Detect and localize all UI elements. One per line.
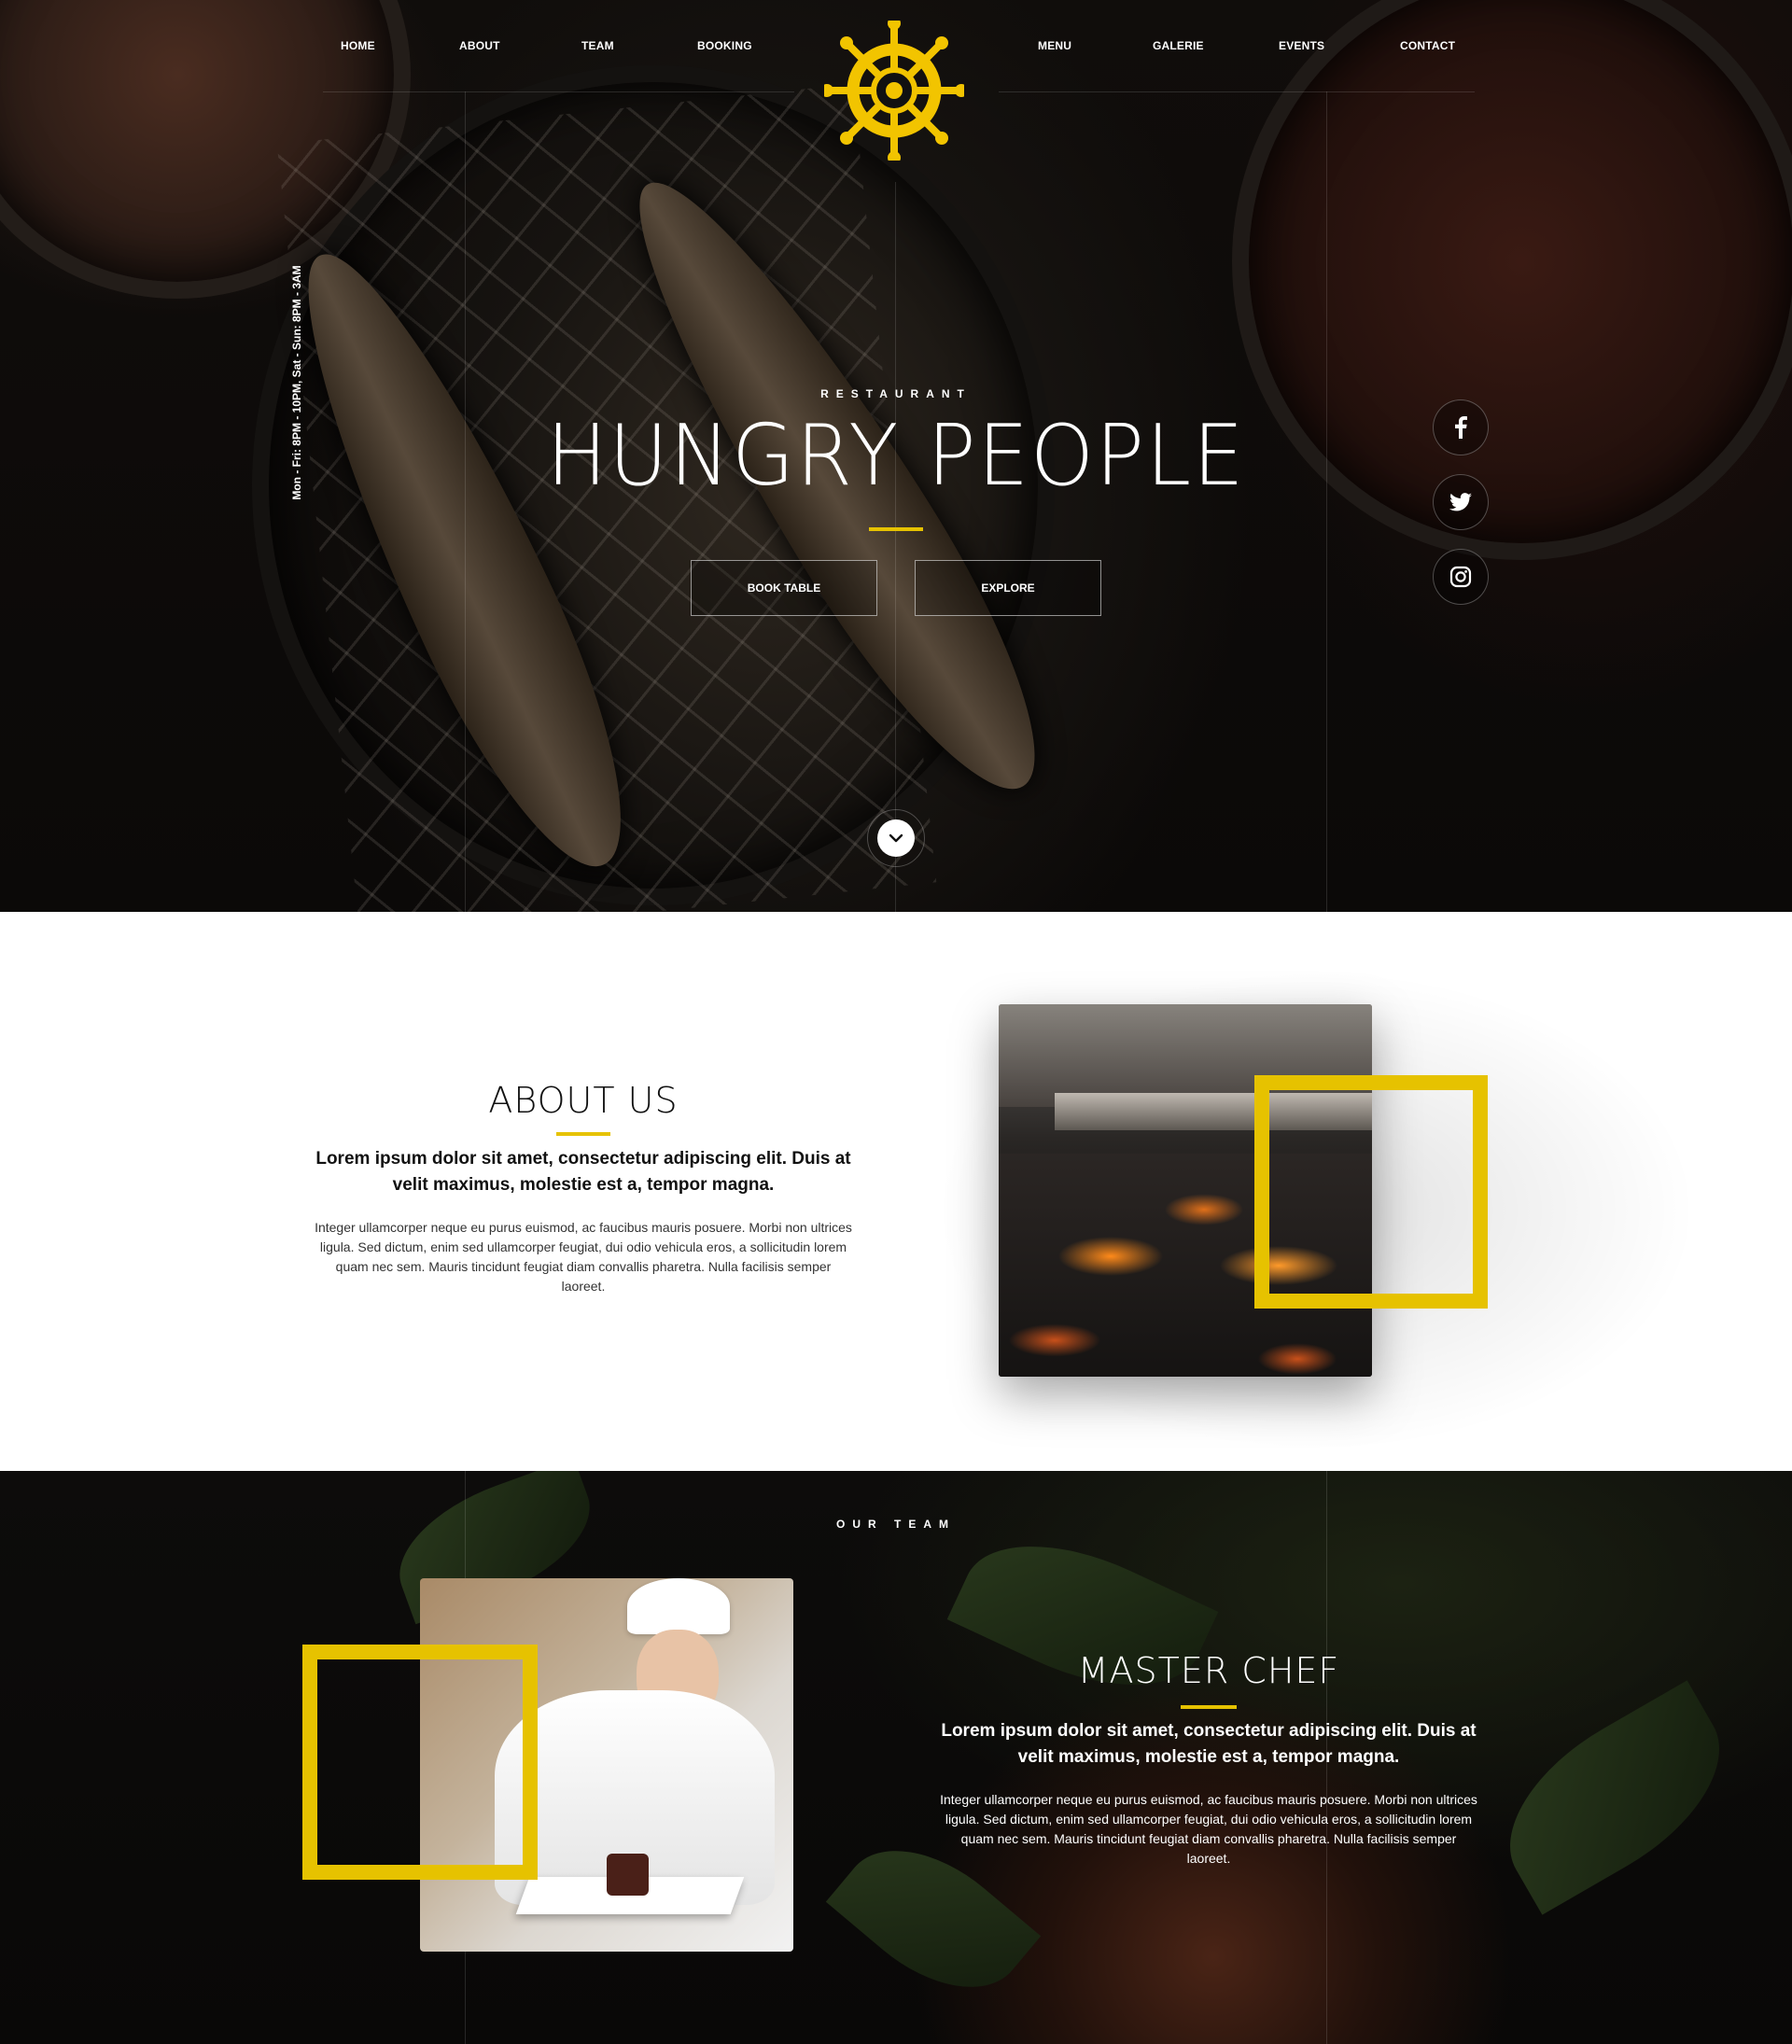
chevron-down-icon [889, 833, 903, 843]
team-body: Integer ullamcorper neque eu purus euism… [940, 1792, 1477, 1866]
nav-home[interactable]: HOME [341, 39, 375, 52]
ship-wheel-logo[interactable] [824, 21, 964, 161]
nav-events[interactable]: EVENTS [1279, 39, 1324, 52]
team-divider [1181, 1705, 1237, 1709]
nav-team[interactable]: TEAM [581, 39, 614, 52]
about-lead: Lorem ipsum dolor sit amet, consectetur … [315, 1149, 851, 1195]
nav-booking[interactable]: BOOKING [697, 39, 752, 52]
nav-galerie[interactable]: GALERIE [1153, 39, 1204, 52]
team-tag: OUR TEAM [836, 1518, 956, 1531]
about-accent-frame [1254, 1075, 1488, 1309]
scroll-down-circle [877, 819, 915, 857]
scroll-down-button[interactable] [867, 809, 925, 867]
hero-divider [869, 527, 923, 531]
leaf-3 [1477, 1680, 1753, 1915]
twitter-link[interactable] [1433, 474, 1489, 530]
team-section: OUR TEAM MASTER CHEF Lorem ipsum dolor s… [0, 1471, 1792, 2044]
nav-divider-left [323, 91, 794, 92]
about-divider [556, 1132, 610, 1136]
guide-line-2 [895, 182, 896, 912]
dessert-cake [607, 1854, 649, 1896]
about-section: ABOUT US Lorem ipsum dolor sit amet, con… [0, 912, 1792, 1471]
book-table-button[interactable]: BOOK TABLE [691, 560, 877, 616]
about-title: ABOUT US [488, 1080, 679, 1121]
hero-title: HUNGRY PEOPLE [546, 407, 1246, 505]
instagram-link[interactable] [1433, 549, 1489, 605]
nav-divider-right [999, 91, 1475, 92]
about-body: Integer ullamcorper neque eu purus euism… [315, 1220, 852, 1294]
facebook-icon [1455, 416, 1467, 439]
team-lead: Lorem ipsum dolor sit amet, consectetur … [941, 1721, 1477, 1767]
page: HOME ABOUT TEAM BOOKING MENU GALERIE EVE… [0, 0, 1792, 2044]
nav-menu[interactable]: MENU [1038, 39, 1071, 52]
facebook-link[interactable] [1433, 399, 1489, 455]
nav-about[interactable]: ABOUT [459, 39, 500, 52]
team-title: MASTER CHEF [1077, 1650, 1340, 1691]
chef-hat [627, 1578, 730, 1634]
chef-accent-frame [302, 1645, 538, 1880]
twitter-icon [1449, 493, 1472, 511]
hero-section: HOME ABOUT TEAM BOOKING MENU GALERIE EVE… [0, 0, 1792, 912]
hero-tagline: RESTAURANT [820, 387, 972, 400]
instagram-icon [1449, 566, 1472, 588]
explore-button[interactable]: EXPLORE [915, 560, 1101, 616]
nav-contact[interactable]: CONTACT [1400, 39, 1455, 52]
